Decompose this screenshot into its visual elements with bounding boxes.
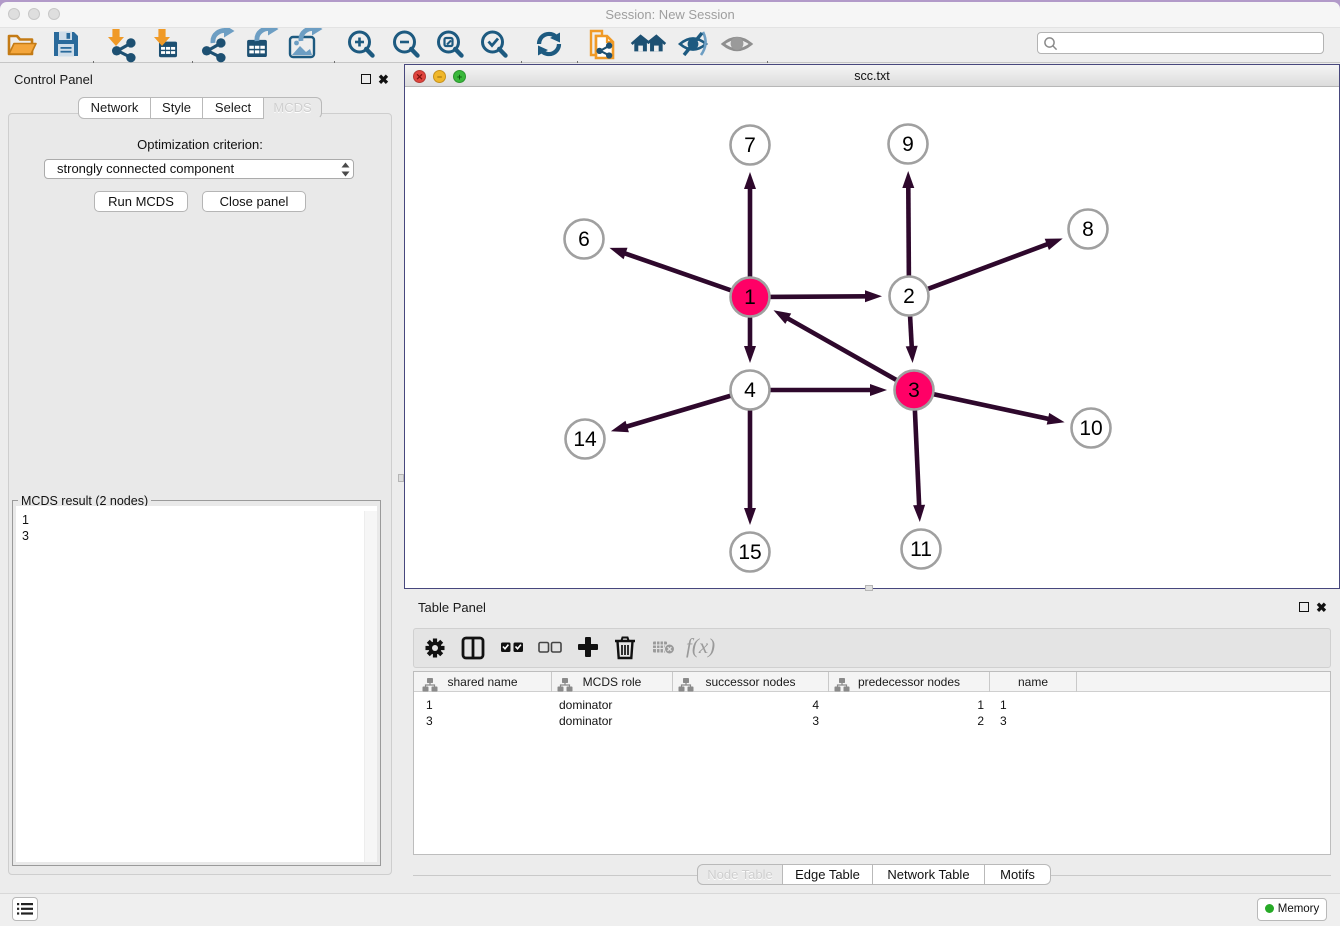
svg-text:14: 14 <box>573 428 597 451</box>
svg-text:6: 6 <box>578 228 590 251</box>
svg-text:7: 7 <box>744 134 756 157</box>
svg-text:2: 2 <box>903 285 915 308</box>
svg-text:8: 8 <box>1082 218 1094 241</box>
svg-text:3: 3 <box>908 379 920 402</box>
svg-text:11: 11 <box>910 538 932 561</box>
svg-text:9: 9 <box>902 133 914 156</box>
svg-text:15: 15 <box>738 541 761 564</box>
svg-text:10: 10 <box>1079 417 1102 440</box>
svg-text:1: 1 <box>744 286 756 309</box>
svg-text:4: 4 <box>744 379 756 402</box>
